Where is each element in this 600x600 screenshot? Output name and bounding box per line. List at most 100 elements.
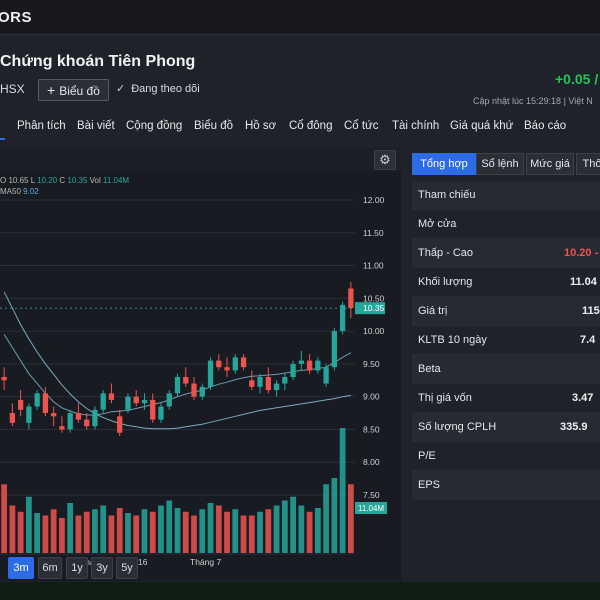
y-tick-label: 7.50 [363, 490, 380, 500]
candle [34, 393, 40, 407]
nav-active-indicator [0, 138, 5, 140]
range-1y-button[interactable]: 1y [66, 557, 88, 579]
candle [100, 393, 106, 410]
tab-muc-gia[interactable]: Mức giá [526, 153, 574, 175]
nav-item-co-dong[interactable]: Cổ đông [289, 120, 332, 132]
low-value: 10.20 [37, 176, 58, 185]
vol-value: 11.04M [103, 176, 130, 185]
volume-bar [108, 515, 115, 553]
candle [1, 377, 7, 381]
candle [150, 399, 156, 420]
tab-tong-hop[interactable]: Tổng hợp [412, 153, 476, 175]
candle [17, 399, 24, 410]
candle [273, 383, 280, 391]
nav-item-tai-chinh[interactable]: Tài chính [392, 120, 439, 132]
candle [232, 357, 238, 371]
volume-bar [149, 511, 156, 553]
summary-row: KLTB 10 ngày 7.4 [412, 326, 600, 355]
tab-so-lenh[interactable]: Sổ lệnh [476, 153, 524, 175]
volume-bar [166, 500, 173, 553]
volume-bar [174, 508, 181, 553]
vol-label: Vol [89, 176, 101, 185]
ma50-label: MA50 [0, 187, 21, 196]
ma50-value: 9.02 [23, 187, 39, 196]
row-value: 3.47 [572, 392, 594, 404]
candle [331, 331, 338, 368]
check-icon: ✓ [116, 83, 126, 95]
ma-line-ma50 [3, 291, 351, 430]
candle [298, 360, 304, 364]
candle [207, 360, 214, 387]
volume-bar [141, 509, 148, 553]
candle [158, 406, 164, 420]
nav-item-ho-so[interactable]: Hồ sơ [245, 120, 276, 132]
candle [117, 416, 123, 433]
tab-thong-ke[interactable]: Thố [576, 153, 600, 175]
nav-item-bao-cao[interactable]: Báo cáo [524, 120, 566, 132]
candle [92, 409, 98, 427]
y-tick-label: 11.00 [363, 261, 384, 271]
candle [9, 413, 16, 423]
volume-bar [248, 515, 255, 553]
volume-bar [331, 478, 338, 553]
row-label: Beta [418, 363, 441, 375]
range-3m-button[interactable]: 3m [8, 557, 34, 579]
volume-bar [314, 508, 321, 553]
range-5y-button[interactable]: 5y [116, 557, 138, 579]
summary-row: EPS [412, 471, 600, 500]
nav-item-bai-viet[interactable]: Bài viết [77, 120, 115, 132]
row-value: 11.04 [570, 276, 597, 288]
gear-icon[interactable]: ⚙ [374, 150, 396, 170]
row-label: EPS [418, 479, 441, 491]
price-chart[interactable]: 12.00 11.50 11.00 10.50 10.00 9.50 9.00 8.50 8.0… [0, 171, 401, 581]
volume-bar [290, 496, 296, 553]
volume-bar [191, 515, 197, 553]
chart-button[interactable]: + Biểu đồ [38, 79, 109, 101]
candle [348, 288, 354, 309]
nav-item-cong-dong[interactable]: Cộng đồng [126, 120, 182, 132]
volume-bar [273, 505, 280, 553]
y-tick-label: 8.50 [363, 424, 380, 434]
candle [133, 396, 139, 404]
candle [315, 360, 321, 371]
candle [339, 304, 346, 332]
volume-bar [133, 515, 140, 553]
range-6m-button[interactable]: 6m [38, 557, 62, 579]
candle [249, 380, 255, 387]
summary-row: Khối lượng 11.04 [412, 268, 600, 297]
nav-item-gia-qua-khu[interactable]: Giá quá khứ [450, 120, 513, 132]
volume-bar [1, 484, 8, 553]
follow-label: Đang theo dõi [131, 83, 200, 95]
volume-bar [323, 484, 329, 553]
volume-bar [281, 500, 288, 553]
last-price-label: 10.35 [363, 303, 385, 313]
volume-bar [26, 496, 32, 553]
app-logo[interactable]: ORS [0, 9, 32, 26]
volume-bar [347, 484, 354, 553]
volume-bar [17, 511, 24, 553]
row-label: Khối lượng [418, 276, 473, 288]
ohlc-legend: O 10.65 L 10.20 C 10.35 Vol 11.04M [0, 176, 129, 185]
volume-bar [207, 503, 214, 553]
nav-item-phan-tich[interactable]: Phân tích [17, 120, 66, 132]
nav-item-co-tuc[interactable]: Cổ tức [344, 120, 379, 132]
candle [191, 383, 197, 397]
candle [282, 377, 288, 384]
low-label: L [30, 176, 35, 185]
range-3y-button[interactable]: 3y [91, 557, 113, 579]
chart-toolbar: ⚙ [0, 147, 401, 171]
summary-row: Giá trị 115 [412, 297, 600, 326]
summary-row: Beta [412, 355, 600, 384]
follow-toggle[interactable]: ✓ Đang theo dõi [116, 82, 200, 95]
row-value: 335.9 [560, 421, 588, 433]
volume-bar [182, 511, 189, 553]
x-tick-label: 16 [138, 557, 148, 567]
volume-bar [158, 505, 164, 553]
row-label: Giá trị [418, 305, 448, 317]
volume-bar [92, 509, 98, 553]
row-label: KLTB 10 ngày [418, 334, 487, 346]
row-label: Thị giá vốn [418, 392, 472, 404]
y-tick-label: 9.50 [363, 359, 380, 369]
row-value: 7.4 [580, 334, 596, 346]
nav-item-bieu-do[interactable]: Biểu đồ [194, 120, 233, 132]
